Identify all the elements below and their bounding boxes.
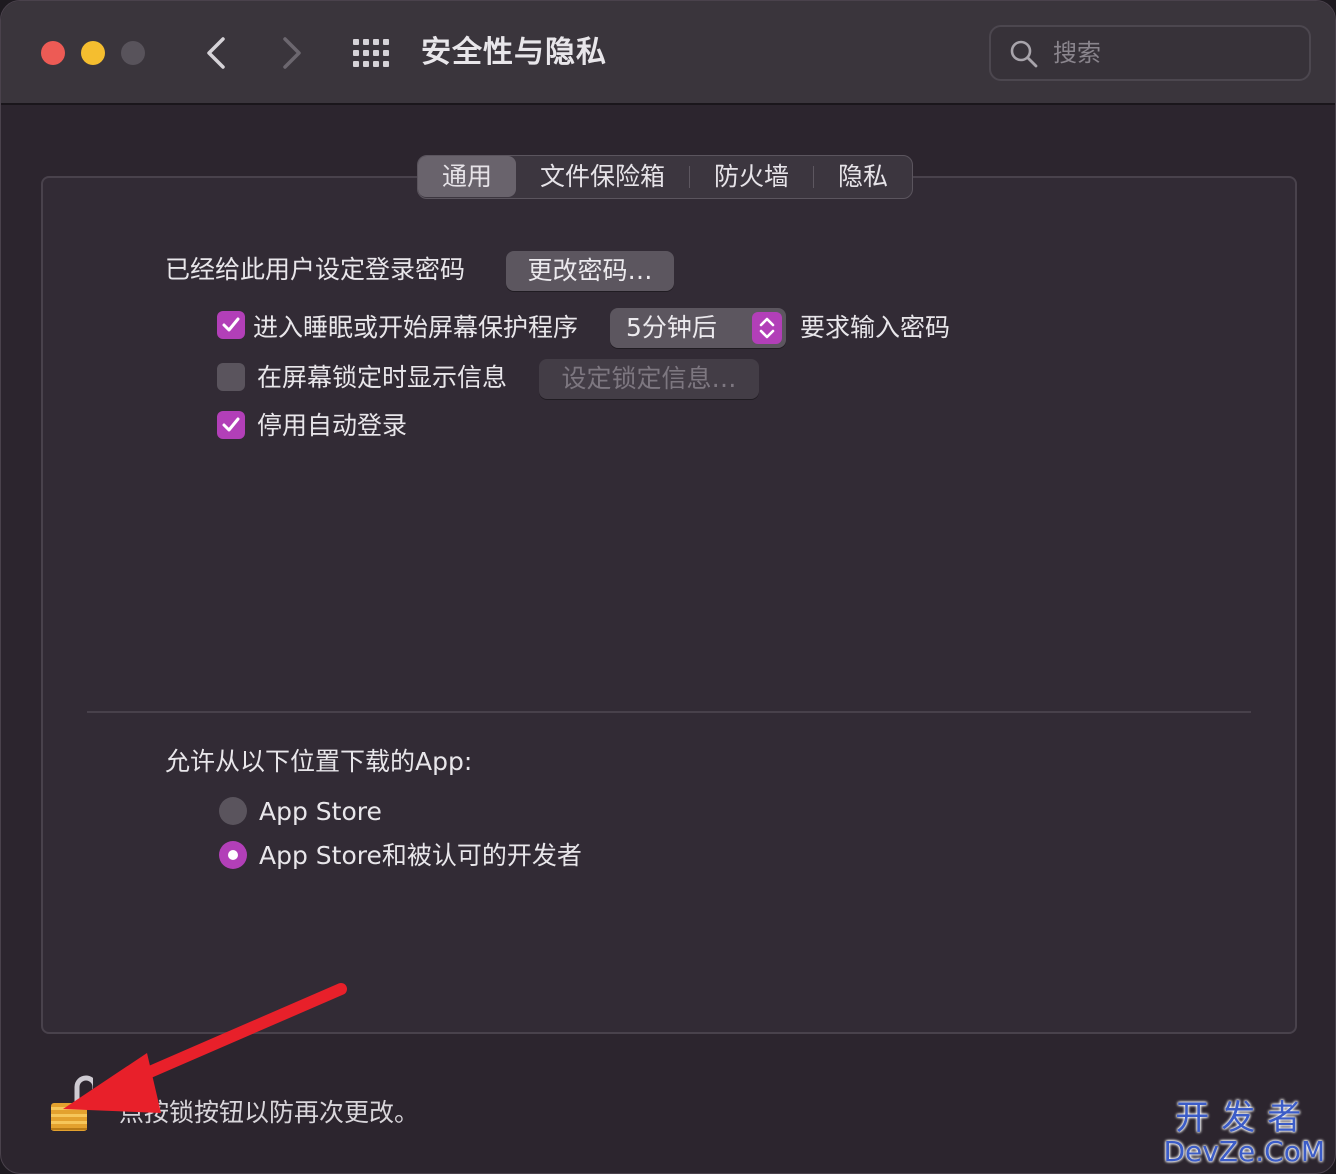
content-panel [41,176,1297,1034]
disable-auto-login-checkbox[interactable] [217,411,245,439]
show-all-button[interactable] [351,37,393,69]
search-field[interactable] [989,25,1311,81]
show-message-label: 在屏幕锁定时显示信息 [257,363,508,392]
checkmark-icon [222,417,240,432]
lock-button[interactable] [47,1069,98,1135]
tab-general[interactable]: 通用 [418,156,517,197]
watermark-logo: 开发者 DevZe.CoM [1163,1099,1325,1167]
require-password-suffix: 要求输入密码 [800,313,951,342]
watermark-top: 开发者 [1175,1098,1314,1138]
grid-icon [353,39,389,67]
up-down-chevron-icon [759,317,775,339]
watermark-bottom: DevZe.CoM [1163,1135,1325,1168]
close-window-button[interactable] [41,41,65,65]
minimize-window-button[interactable] [81,41,105,65]
tab-privacy[interactable]: 隐私 [814,156,912,197]
require-password-checkbox[interactable] [217,311,245,339]
tab-firewall[interactable]: 防火墙 [690,156,813,197]
title-bar: 安全性与隐私 [1,1,1335,105]
lock-hint-text: 点按锁按钮以防再次更改。 [119,1098,420,1127]
select-arrows [752,312,782,344]
back-button[interactable] [197,31,237,75]
tab-bar: 通用 文件保险箱 防火墙 隐私 [417,155,914,199]
radio-app-store-identified[interactable] [219,841,247,869]
password-delay-value: 5分钟后 [626,313,717,342]
allow-apps-heading: 允许从以下位置下载的App: [165,747,473,776]
radio-app-store[interactable] [219,797,247,825]
lock-open-icon [51,1075,98,1131]
set-lock-message-button[interactable]: 设定锁定信息… [539,359,759,399]
disable-auto-login-label: 停用自动登录 [257,411,408,440]
section-divider [87,711,1251,713]
checkmark-icon [222,317,240,332]
change-password-button[interactable]: 更改密码… [506,251,674,291]
preferences-window: 安全性与隐私 通用 文件保险箱 防火墙 隐私 已经给此用户设定登录密码 更改密码… [0,0,1336,1174]
tab-filevault[interactable]: 文件保险箱 [516,156,689,197]
search-input[interactable] [1051,35,1291,71]
show-message-checkbox[interactable] [217,363,245,391]
window-title: 安全性与隐私 [421,35,607,70]
chevron-right-icon [283,37,301,69]
radio-app-store-identified-label: App Store和被认可的开发者 [259,841,582,870]
forward-button[interactable] [271,31,311,75]
require-password-prefix: 进入睡眠或开始屏幕保护程序 [253,313,579,342]
password-delay-select[interactable]: 5分钟后 [610,308,786,348]
search-icon [1010,40,1038,68]
radio-app-store-label: App Store [259,797,382,826]
password-set-label: 已经给此用户设定登录密码 [165,255,466,284]
zoom-window-button[interactable] [121,41,145,65]
chevron-left-icon [207,37,225,69]
